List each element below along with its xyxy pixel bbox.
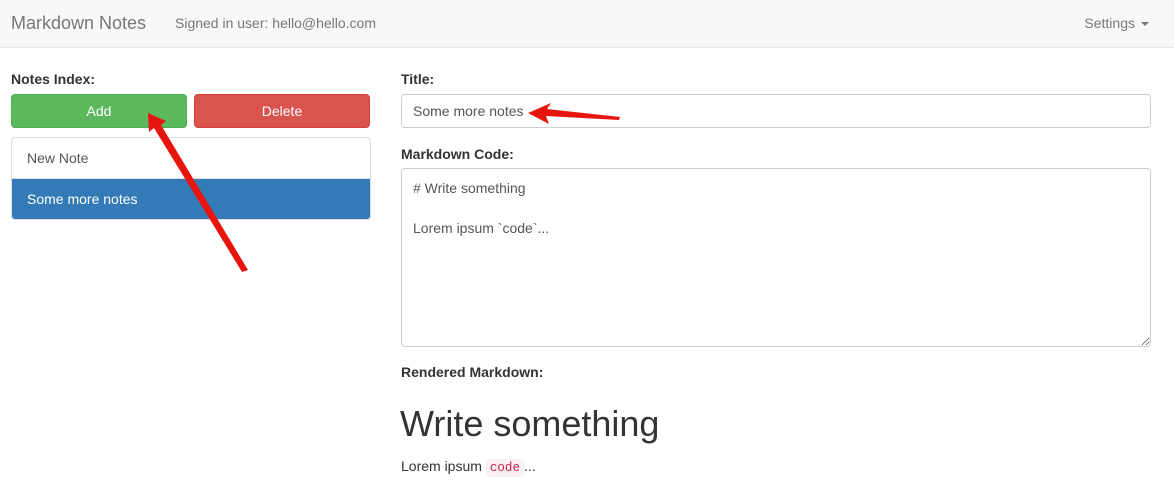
navbar: Markdown Notes Signed in user: hello@hel… [0,0,1174,48]
title-input[interactable] [401,94,1151,128]
rendered-paragraph: Lorem ipsum code... [401,458,536,477]
rendered-text-before: Lorem ipsum [401,458,486,474]
markdown-code-label: Markdown Code: [401,146,514,162]
rendered-markdown-label: Rendered Markdown: [401,364,544,380]
settings-dropdown[interactable]: Settings [1084,15,1149,31]
rendered-code: code [485,459,525,477]
add-note-button[interactable]: Add [11,94,187,128]
app-brand[interactable]: Markdown Notes [11,13,146,34]
notes-index-heading: Notes Index: [11,71,96,87]
rendered-text-after: ... [524,458,536,474]
note-list-item[interactable]: New Note [12,138,370,178]
markdown-code-textarea[interactable]: # Write something Lorem ipsum `code`... [401,168,1151,347]
caret-down-icon [1141,22,1149,27]
rendered-heading: Write something [400,403,660,444]
delete-note-button[interactable]: Delete [194,94,370,128]
note-list-item-active[interactable]: Some more notes [12,178,370,219]
notes-list: New Note Some more notes [11,137,371,220]
settings-label: Settings [1084,15,1135,31]
title-label: Title: [401,71,435,87]
signed-in-user-text: Signed in user: hello@hello.com [175,15,376,31]
